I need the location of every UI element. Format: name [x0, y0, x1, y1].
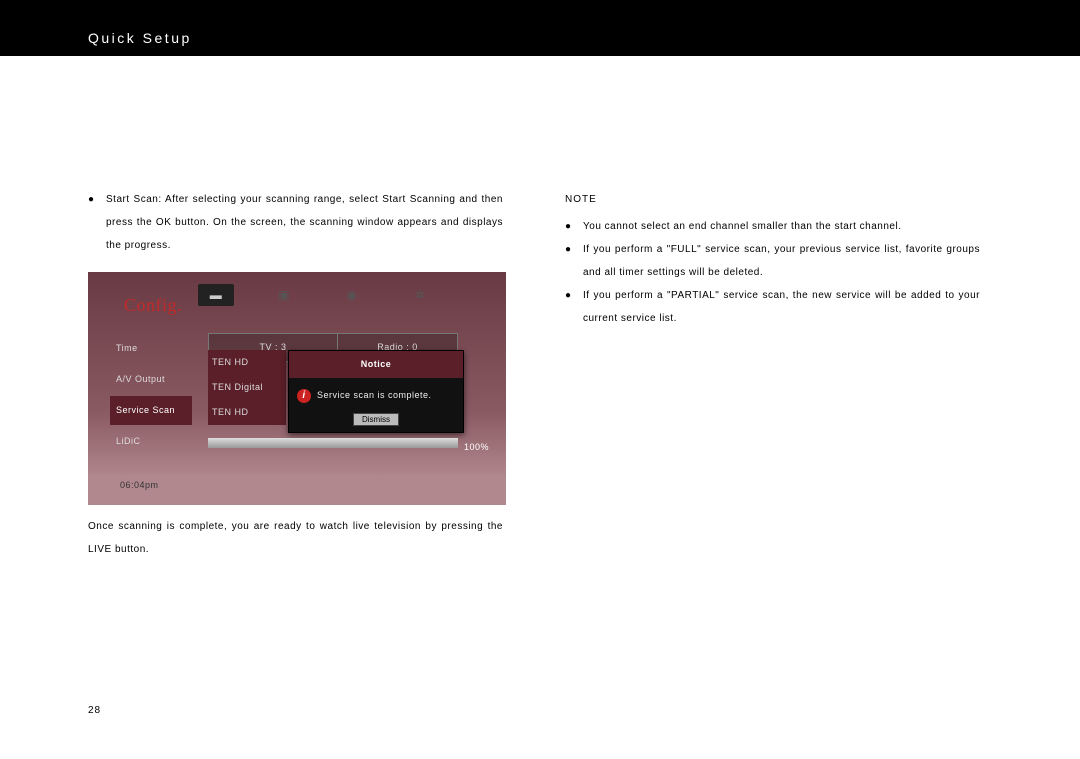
channel-item: TEN Digital — [208, 375, 286, 400]
camera-icon: ◉ — [334, 284, 370, 306]
channel-item: TEN HD — [208, 350, 286, 375]
config-sidebar: Time A/V Output Service Scan LiDiC — [110, 334, 192, 458]
content-area: ● Start Scan: After selecting your scann… — [88, 188, 1080, 561]
header-bar: Quick Setup — [0, 0, 1080, 56]
progress-percent: 100% — [464, 436, 489, 459]
sidebar-item-lidic[interactable]: LiDiC — [110, 427, 192, 456]
embedded-screenshot: Config. ▬ ▣ ◉ ✲ Time A/V Output Service … — [88, 272, 506, 505]
bullet-dot-icon: ● — [565, 238, 583, 284]
top-icon-row: ▬ ▣ ◉ ✲ — [198, 284, 438, 306]
note-bullet: ● If you perform a "FULL" service scan, … — [565, 238, 980, 284]
info-icon: i — [297, 389, 311, 403]
page-title: Quick Setup — [88, 30, 192, 46]
note-bullet-text: You cannot select an end channel smaller… — [583, 215, 980, 238]
notice-dialog: Notice i Service scan is complete. Dismi… — [288, 350, 464, 433]
notice-message: Service scan is complete. — [317, 384, 432, 407]
bullet-text: Start Scan: After selecting your scannin… — [106, 188, 503, 257]
right-column: NOTE ● You cannot select an end channel … — [565, 188, 980, 561]
sidebar-item-av[interactable]: A/V Output — [110, 365, 192, 394]
sidebar-item-servicescan[interactable]: Service Scan — [110, 396, 192, 425]
receiver-icon: ▬ — [198, 284, 234, 306]
channel-item: TEN HD — [208, 400, 286, 425]
page-number: 28 — [88, 705, 101, 716]
bullet-dot-icon: ● — [88, 188, 106, 257]
gearset-icon: ✲ — [402, 284, 438, 306]
note-bullet-text: If you perform a "FULL" service scan, yo… — [583, 238, 980, 284]
progress-bar — [208, 438, 458, 448]
note-bullet-text: If you perform a "PARTIAL" service scan,… — [583, 284, 980, 330]
bullet-dot-icon: ● — [565, 215, 583, 238]
config-logo: Config. — [124, 294, 182, 317]
left-column: ● Start Scan: After selecting your scann… — [88, 188, 503, 561]
note-bullet: ● If you perform a "PARTIAL" service sca… — [565, 284, 980, 330]
note-heading: NOTE — [565, 188, 980, 211]
channel-list: TEN HD TEN Digital TEN HD — [208, 350, 286, 425]
bullet-start-scan: ● Start Scan: After selecting your scann… — [88, 188, 503, 257]
after-screenshot-para: Once scanning is complete, you are ready… — [88, 515, 503, 561]
sidebar-item-time[interactable]: Time — [110, 334, 192, 363]
clock-label: 06:04pm — [120, 474, 159, 497]
dismiss-button[interactable]: Dismiss — [353, 413, 399, 426]
notice-header: Notice — [289, 351, 463, 378]
notice-body-row: i Service scan is complete. — [289, 378, 463, 413]
bullet-dot-icon: ● — [565, 284, 583, 330]
av-icon: ▣ — [266, 284, 302, 306]
note-bullet: ● You cannot select an end channel small… — [565, 215, 980, 238]
progress-fill — [208, 438, 458, 448]
